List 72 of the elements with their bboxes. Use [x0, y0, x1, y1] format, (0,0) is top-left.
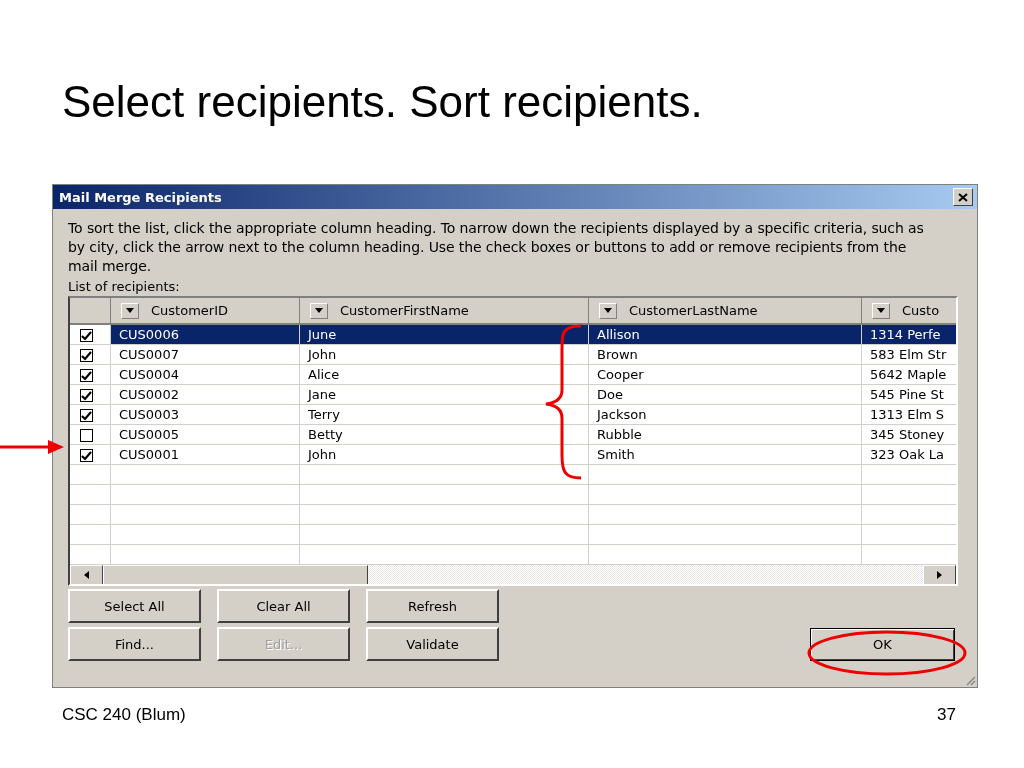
- table-cell: CUS0001: [110, 444, 300, 465]
- checkbox[interactable]: [80, 429, 93, 442]
- table-cell: CUS0005: [110, 424, 300, 445]
- table-cell: 5642 Maple: [861, 364, 956, 385]
- table-cell: 345 Stoney: [861, 424, 956, 445]
- table-cell: Jackson: [588, 404, 862, 425]
- table-cell: CUS0002: [110, 384, 300, 405]
- checkbox[interactable]: [80, 349, 93, 362]
- checkbox[interactable]: [80, 389, 93, 402]
- table-cell: 545 Pine St: [861, 384, 956, 405]
- scroll-right-button[interactable]: [923, 565, 956, 584]
- dialog-button[interactable]: Clear All: [217, 589, 350, 623]
- column-header[interactable]: CustomerLastName: [588, 298, 862, 324]
- ok-button[interactable]: OK: [810, 628, 955, 661]
- recipient-row[interactable]: CUS0005 Betty Rubble 345 Stoney: [70, 424, 956, 445]
- recipient-row[interactable]: CUS0006 June Allison 1314 Perfe: [70, 324, 956, 345]
- course-label: CSC 240 (Blum): [62, 705, 186, 725]
- table-cell: Alice: [299, 364, 589, 385]
- column-header[interactable]: CustomerID: [110, 298, 300, 324]
- scroll-left-button[interactable]: [70, 565, 103, 584]
- recipient-row[interactable]: CUS0004 Alice Cooper 5642 Maple: [70, 364, 956, 385]
- checkbox[interactable]: [80, 409, 93, 422]
- dropdown-icon[interactable]: [599, 302, 617, 319]
- slide-title: Select recipients. Sort recipients.: [62, 76, 703, 128]
- table-cell: John: [299, 344, 589, 365]
- annotation-arrow: [0, 440, 64, 454]
- table-cell: Allison: [588, 324, 862, 345]
- table-cell: 583 Elm Str: [861, 344, 956, 365]
- table-cell: Jane: [299, 384, 589, 405]
- dropdown-icon[interactable]: [121, 302, 139, 319]
- scrollbar-thumb[interactable]: [103, 565, 368, 584]
- checkbox[interactable]: [80, 369, 93, 382]
- column-title: CustomerID: [151, 303, 228, 319]
- column-title: CustomerFirstName: [340, 303, 469, 319]
- table-cell: Cooper: [588, 364, 862, 385]
- recipient-row[interactable]: CUS0003 Terry Jackson 1313 Elm S: [70, 404, 956, 425]
- table-cell: CUS0003: [110, 404, 300, 425]
- dropdown-icon[interactable]: [310, 302, 328, 319]
- table-cell: Rubble: [588, 424, 862, 445]
- column-header[interactable]: Custo: [861, 298, 956, 324]
- table-cell: Brown: [588, 344, 862, 365]
- column-header[interactable]: CustomerFirstName: [299, 298, 589, 324]
- dialog-button[interactable]: Select All: [68, 589, 201, 623]
- checkbox[interactable]: [80, 329, 93, 342]
- table-cell: 323 Oak La: [861, 444, 956, 465]
- left-arrow-icon[interactable]: [84, 571, 89, 579]
- recipient-row[interactable]: CUS0002 Jane Doe 545 Pine St: [70, 384, 956, 405]
- recipient-row[interactable]: CUS0001 John Smith 323 Oak La: [70, 444, 956, 465]
- right-arrow-icon[interactable]: [937, 571, 942, 579]
- table-cell: Betty: [299, 424, 589, 445]
- page-number: 37: [937, 705, 956, 725]
- dialog-button[interactable]: Find...: [68, 627, 201, 661]
- list-label: List of recipients:: [68, 278, 181, 296]
- horizontal-scrollbar[interactable]: [70, 565, 956, 584]
- checkbox[interactable]: [80, 449, 93, 462]
- window-title: Mail Merge Recipients: [59, 189, 222, 205]
- dropdown-icon[interactable]: [872, 302, 890, 319]
- column-title: CustomerLastName: [629, 303, 758, 319]
- table-cell: CUS0007: [110, 344, 300, 365]
- table-cell: Doe: [588, 384, 862, 405]
- table-cell: Terry: [299, 404, 589, 425]
- instructions-text: To sort the list, click the appropriate column heading. To narrow down the recipients displayed by a specific criteria, such as by city, click the arrow next to the column heading. Use the check boxes or buttons to add or remove recipients from the mail merge.: [68, 219, 925, 276]
- recipient-row[interactable]: CUS0007 John Brown 583 Elm Str: [70, 344, 956, 365]
- table-cell: John: [299, 444, 589, 465]
- table-cell: 1313 Elm S: [861, 404, 956, 425]
- column-title: Custo: [902, 303, 940, 319]
- table-cell: CUS0004: [110, 364, 300, 385]
- dialog-button[interactable]: Validate: [366, 627, 499, 661]
- table-cell: Smith: [588, 444, 862, 465]
- close-icon[interactable]: [958, 192, 968, 202]
- dialog-button[interactable]: Refresh: [366, 589, 499, 623]
- close-button[interactable]: [953, 188, 973, 206]
